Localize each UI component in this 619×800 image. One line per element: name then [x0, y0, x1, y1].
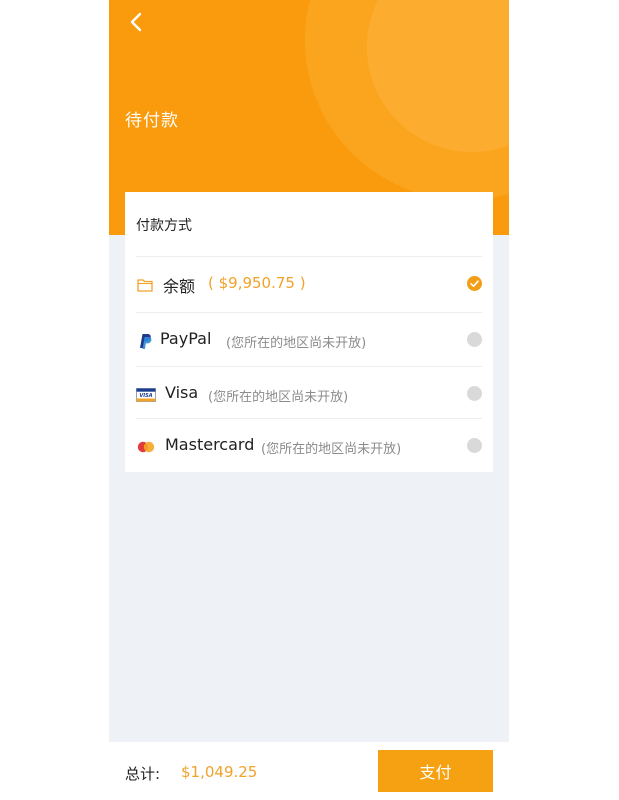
wallet-icon	[137, 279, 153, 292]
paypal-icon	[140, 334, 152, 349]
payment-methods-card: 付款方式 余额 ( $9,950.75 ) PayPal (您所在的地区尚未开放…	[125, 192, 493, 472]
checkout-bar: 总计: $1,049.25 支付	[109, 742, 509, 800]
radio-checked-icon[interactable]	[467, 276, 482, 291]
visa-card-icon: VISA	[136, 388, 156, 402]
total-amount: $1,049.25	[181, 763, 258, 781]
payment-option-visa[interactable]: VISA Visa (您所在的地区尚未开放)	[136, 366, 482, 419]
mastercard-icon	[137, 441, 155, 453]
payment-option-mastercard[interactable]: Mastercard (您所在的地区尚未开放)	[136, 418, 482, 471]
payment-page: 待付款 付款方式 余额 ( $9,950.75 ) PayPal (您所在的地区…	[109, 0, 509, 800]
page-title: 待付款	[125, 111, 179, 131]
payment-option-label: 余额	[163, 277, 196, 296]
section-title: 付款方式	[136, 218, 192, 234]
payment-option-paypal[interactable]: PayPal (您所在的地区尚未开放)	[136, 312, 482, 365]
balance-amount: ( $9,950.75 )	[208, 274, 306, 292]
unavailable-note: (您所在的地区尚未开放)	[261, 442, 402, 457]
unavailable-note: (您所在的地区尚未开放)	[208, 390, 349, 405]
radio-unchecked-icon[interactable]	[467, 438, 482, 453]
payment-option-label: PayPal	[160, 329, 212, 348]
total-label: 总计:	[125, 765, 161, 783]
chevron-left-icon[interactable]	[125, 10, 149, 34]
radio-unchecked-icon[interactable]	[467, 332, 482, 347]
pay-button[interactable]: 支付	[378, 750, 493, 792]
payment-option-balance[interactable]: 余额 ( $9,950.75 )	[136, 256, 482, 309]
payment-option-label: Mastercard	[165, 435, 255, 454]
radio-unchecked-icon[interactable]	[467, 386, 482, 401]
payment-option-label: Visa	[165, 383, 199, 402]
unavailable-note: (您所在的地区尚未开放)	[226, 336, 367, 351]
svg-text:VISA: VISA	[139, 393, 152, 399]
